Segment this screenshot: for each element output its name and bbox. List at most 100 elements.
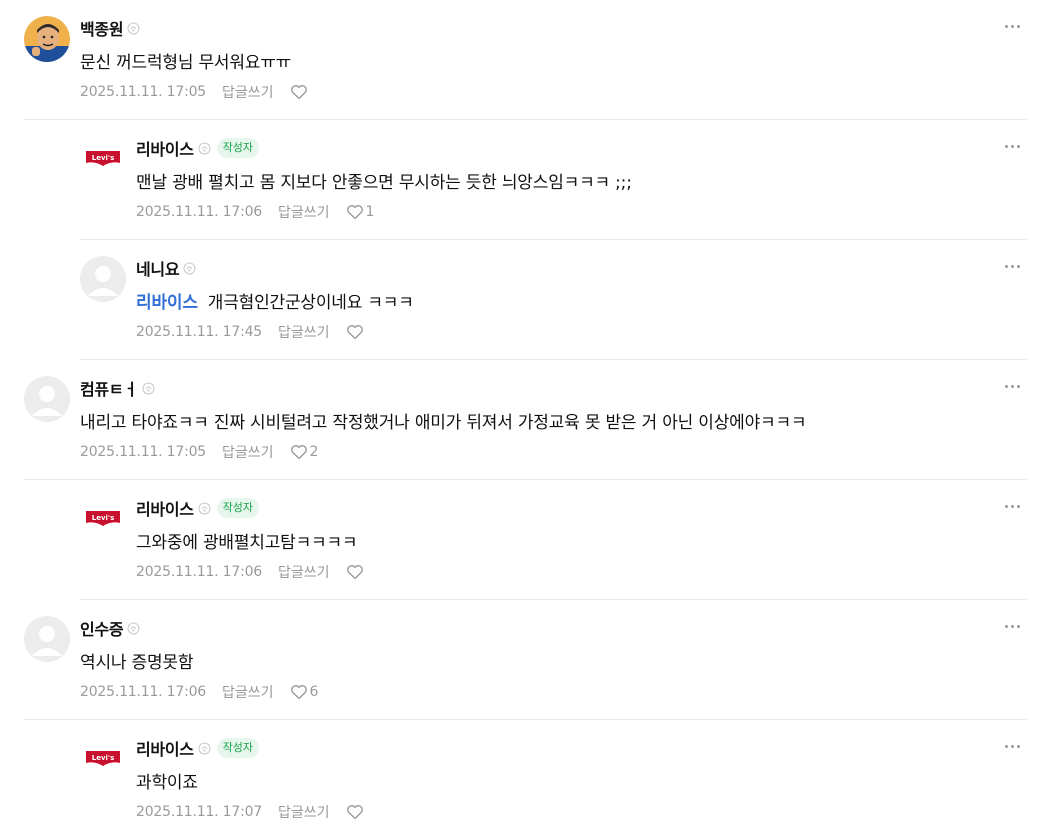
nickname[interactable]: 리바이스 bbox=[136, 496, 194, 520]
author-badge: 작성자 bbox=[216, 498, 260, 518]
comment-header: 네니요 bbox=[136, 256, 196, 280]
comment-date: 2025.11.11. 17:05 bbox=[80, 444, 207, 460]
reply-item: Levi's 리바이스 작성자 맨날 광배 펼치고 몸 지보다 안좋으면 무시하… bbox=[0, 120, 1056, 240]
reply-item: 네니요 리바이스 개극혐인간군상이네요 ㅋㅋㅋ 2025.11.11. 17:45… bbox=[0, 240, 1056, 360]
photo-avatar[interactable] bbox=[24, 16, 70, 62]
comment-date: 2025.11.11. 17:45 bbox=[136, 324, 263, 340]
comment-body: 맨날 광배 펼치고 몸 지보다 안좋으면 무시하는 듯한 늬앙스임ㅋㅋㅋ ;;; bbox=[136, 173, 632, 193]
comment-header: 리바이스 작성자 bbox=[136, 736, 260, 760]
comment-body: 개극혐인간군상이네요 ㅋㅋㅋ bbox=[207, 293, 414, 313]
heart-icon bbox=[346, 565, 363, 580]
reply-button[interactable]: 답글쓰기 bbox=[278, 802, 330, 822]
more-options-icon[interactable] bbox=[1003, 500, 1021, 512]
more-options-icon[interactable] bbox=[1003, 740, 1021, 752]
more-options-icon[interactable] bbox=[1003, 620, 1021, 632]
member-grade-icon bbox=[198, 742, 211, 754]
heart-icon bbox=[290, 685, 307, 700]
like-button[interactable] bbox=[290, 84, 308, 100]
comment-meta: 2025.11.11. 17:07 답글쓰기 bbox=[136, 802, 364, 822]
mention-link[interactable]: 리바이스 bbox=[136, 293, 198, 313]
like-count: 2 bbox=[309, 444, 319, 460]
reply-button[interactable]: 답글쓰기 bbox=[278, 322, 330, 342]
nickname[interactable]: 네니요 bbox=[136, 256, 180, 280]
comment-meta: 2025.11.11. 17:06 답글쓰기 1 bbox=[136, 202, 374, 222]
comment-header: 인수증 bbox=[80, 616, 140, 640]
comment-header: 백종원 bbox=[80, 16, 140, 40]
levis-logo[interactable]: Levi's bbox=[80, 136, 126, 182]
author-badge: 작성자 bbox=[216, 138, 260, 158]
svg-text:Levi's: Levi's bbox=[92, 514, 114, 522]
comment-text: 과학이죠 bbox=[136, 768, 198, 793]
member-grade-icon bbox=[142, 382, 155, 394]
comment-text: 맨날 광배 펼치고 몸 지보다 안좋으면 무시하는 듯한 늬앙스임ㅋㅋㅋ ;;; bbox=[136, 168, 632, 193]
comment-body: 그와중에 광배펼치고탐ㅋㅋㅋㅋ bbox=[136, 533, 358, 553]
nickname[interactable]: 인수증 bbox=[80, 616, 124, 640]
comment-body: 내리고 타야죠ㅋㅋ 진짜 시비털려고 작정했거나 애미가 뒤져서 가정교육 못 … bbox=[80, 413, 807, 433]
default-avatar-icon[interactable] bbox=[80, 256, 126, 302]
like-button[interactable] bbox=[346, 564, 364, 580]
levis-logo[interactable]: Levi's bbox=[80, 736, 126, 782]
comment-text: 역시나 증명못함 bbox=[80, 648, 193, 673]
comment-text: 문신 꺼드럭형님 무서워요ㅠㅠ bbox=[80, 48, 291, 73]
heart-icon bbox=[290, 445, 307, 460]
nickname[interactable]: 리바이스 bbox=[136, 736, 194, 760]
nickname[interactable]: 리바이스 bbox=[136, 136, 194, 160]
comment-body: 역시나 증명못함 bbox=[80, 653, 194, 673]
more-options-icon[interactable] bbox=[1003, 260, 1021, 272]
comment-item: 백종원 문신 꺼드럭형님 무서워요ㅠㅠ 2025.11.11. 17:05 답글… bbox=[0, 0, 1056, 120]
reply-button[interactable]: 답글쓰기 bbox=[222, 682, 274, 702]
comment-body: 문신 꺼드럭형님 무서워요ㅠㅠ bbox=[80, 53, 292, 73]
heart-icon bbox=[290, 85, 307, 100]
default-avatar-icon[interactable] bbox=[24, 616, 70, 662]
author-badge: 작성자 bbox=[216, 738, 260, 758]
comment-text: 내리고 타야죠ㅋㅋ 진짜 시비털려고 작정했거나 애미가 뒤져서 가정교육 못 … bbox=[80, 408, 807, 433]
comment-meta: 2025.11.11. 17:06 답글쓰기 bbox=[136, 562, 364, 582]
nickname[interactable]: 컴퓨ㅌㅓ bbox=[80, 376, 138, 400]
comment-item: 인수증 역시나 증명못함 2025.11.11. 17:06 답글쓰기 6 bbox=[0, 600, 1056, 720]
like-count: 6 bbox=[309, 684, 319, 700]
reply-button[interactable]: 답글쓰기 bbox=[278, 562, 330, 582]
comment-text: 리바이스 개극혐인간군상이네요 ㅋㅋㅋ bbox=[136, 288, 414, 313]
more-options-icon[interactable] bbox=[1003, 140, 1021, 152]
like-count: 1 bbox=[365, 204, 375, 220]
reply-button[interactable]: 답글쓰기 bbox=[222, 442, 274, 462]
reply-item: Levi's 리바이스 작성자 그와중에 광배펼치고탐ㅋㅋㅋㅋ 2025.11.… bbox=[0, 480, 1056, 600]
comment-date: 2025.11.11. 17:06 bbox=[80, 684, 207, 700]
comment-date: 2025.11.11. 17:06 bbox=[136, 204, 263, 220]
comment-date: 2025.11.11. 17:05 bbox=[80, 84, 207, 100]
more-options-icon[interactable] bbox=[1003, 20, 1021, 32]
default-avatar-icon[interactable] bbox=[24, 376, 70, 422]
member-grade-icon bbox=[198, 502, 211, 514]
comment-body: 과학이죠 bbox=[136, 773, 198, 793]
comment-meta: 2025.11.11. 17:05 답글쓰기 2 bbox=[80, 442, 318, 462]
reply-item: Levi's 리바이스 작성자 과학이죠 2025.11.11. 17:07 답… bbox=[0, 720, 1056, 840]
comment-meta: 2025.11.11. 17:45 답글쓰기 bbox=[136, 322, 364, 342]
nickname[interactable]: 백종원 bbox=[80, 16, 124, 40]
heart-icon bbox=[346, 805, 363, 820]
comment-meta: 2025.11.11. 17:05 답글쓰기 bbox=[80, 82, 308, 102]
like-button[interactable]: 6 bbox=[290, 684, 319, 700]
comment-date: 2025.11.11. 17:06 bbox=[136, 564, 263, 580]
like-button[interactable]: 2 bbox=[290, 444, 319, 460]
reply-button[interactable]: 답글쓰기 bbox=[222, 82, 274, 102]
comment-header: 컴퓨ㅌㅓ bbox=[80, 376, 155, 400]
member-grade-icon bbox=[198, 142, 211, 154]
like-button[interactable] bbox=[346, 324, 364, 340]
comment-header: 리바이스 작성자 bbox=[136, 136, 260, 160]
heart-icon bbox=[346, 325, 363, 340]
comment-meta: 2025.11.11. 17:06 답글쓰기 6 bbox=[80, 682, 318, 702]
member-grade-icon bbox=[183, 262, 196, 274]
reply-button[interactable]: 답글쓰기 bbox=[278, 202, 330, 222]
more-options-icon[interactable] bbox=[1003, 380, 1021, 392]
comment-text: 그와중에 광배펼치고탐ㅋㅋㅋㅋ bbox=[136, 528, 358, 553]
heart-icon bbox=[346, 205, 363, 220]
comment-date: 2025.11.11. 17:07 bbox=[136, 804, 263, 820]
comment-header: 리바이스 작성자 bbox=[136, 496, 260, 520]
svg-text:Levi's: Levi's bbox=[92, 154, 114, 162]
member-grade-icon bbox=[127, 622, 140, 634]
comment-item: 컴퓨ㅌㅓ 내리고 타야죠ㅋㅋ 진짜 시비털려고 작정했거나 애미가 뒤져서 가정… bbox=[0, 360, 1056, 480]
levis-logo[interactable]: Levi's bbox=[80, 496, 126, 542]
member-grade-icon bbox=[127, 22, 140, 34]
like-button[interactable] bbox=[346, 804, 364, 820]
like-button[interactable]: 1 bbox=[346, 204, 375, 220]
